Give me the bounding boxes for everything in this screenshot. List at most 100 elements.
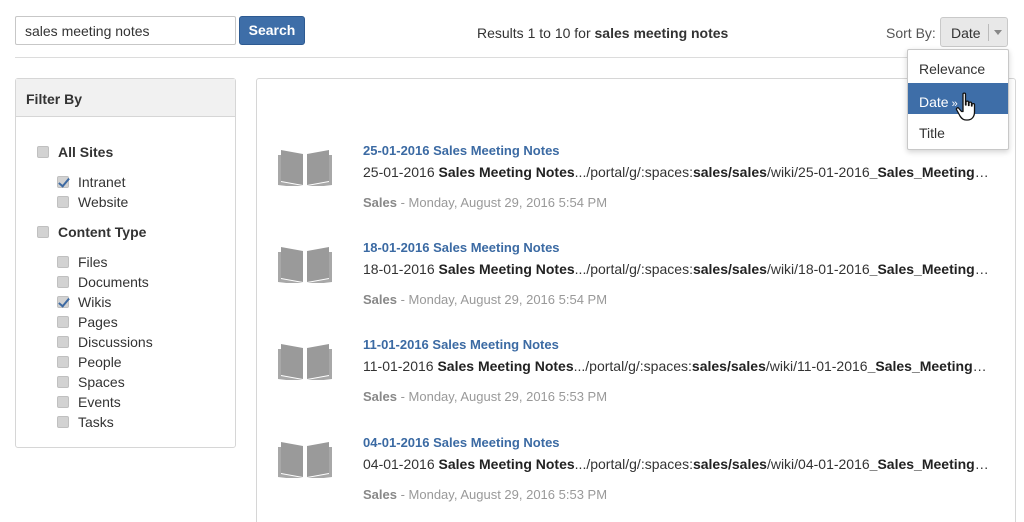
- filter-item[interactable]: People: [57, 353, 122, 371]
- snippet-wiki-path: /wiki/11-01-2016: [765, 358, 868, 374]
- filter-item-label: Files: [78, 254, 108, 270]
- result-meta: Sales - Monday, August 29, 2016 5:53 PM: [363, 487, 607, 502]
- results-summary-prefix: Results 1 to 10 for: [477, 25, 595, 41]
- filter-header: Filter By: [16, 79, 235, 117]
- filter-item[interactable]: Discussions: [57, 333, 153, 351]
- snippet-page: _Sales_Meeting_Notes: [869, 164, 991, 180]
- snippet-page: _Sales_Meeting_Notes: [869, 456, 991, 472]
- result-date: - Monday, August 29, 2016 5:54 PM: [396, 292, 608, 307]
- snippet-page: _Sales_Meeting_Notes: [867, 358, 991, 374]
- filter-item-label: People: [78, 354, 122, 370]
- sort-option-label: Relevance: [919, 61, 986, 77]
- checkbox[interactable]: [57, 256, 69, 268]
- snippet-path: .../portal/g/:spaces:: [574, 164, 693, 180]
- result-space: Sales: [363, 292, 397, 307]
- snippet-space: sales/sales: [692, 261, 767, 277]
- snippet-wiki-path: /wiki/04-01-2016: [766, 456, 870, 472]
- snippet-date: 18-01-2016: [363, 261, 439, 277]
- filter-item[interactable]: Events: [57, 393, 121, 411]
- checkbox[interactable]: [57, 356, 69, 368]
- snippet-path: .../portal/g/:spaces:: [574, 261, 693, 277]
- filter-item[interactable]: Intranet: [57, 173, 125, 191]
- filter-item[interactable]: Content Type: [37, 223, 146, 241]
- snippet-title: Sales Meeting Notes: [437, 358, 574, 374]
- chevron-down-icon: [994, 30, 1002, 35]
- result-item: 04-01-2016 Sales Meeting Notes 04-01-2016…: [257, 435, 1017, 515]
- filter-item-label: Events: [78, 394, 121, 410]
- sort-selected-value: Date: [951, 25, 981, 41]
- results-summary-query: sales meeting notes: [594, 25, 729, 41]
- filter-item-label: Content Type: [58, 224, 147, 240]
- book-icon: [278, 247, 332, 283]
- sort-select[interactable]: Date: [940, 17, 1008, 47]
- snippet-space: sales/sales: [692, 164, 767, 180]
- search-button[interactable]: Search: [239, 16, 305, 45]
- filter-item[interactable]: Documents: [57, 273, 149, 291]
- filter-item[interactable]: Website: [57, 193, 128, 211]
- result-date: - Monday, August 29, 2016 5:53 PM: [396, 389, 608, 404]
- result-space: Sales: [363, 195, 397, 210]
- checkbox[interactable]: [57, 376, 69, 388]
- search-input[interactable]: [15, 16, 236, 45]
- result-meta: Sales - Monday, August 29, 2016 5:53 PM: [363, 389, 607, 404]
- checkbox-checked[interactable]: [57, 296, 69, 308]
- result-item: 11-01-2016 Sales Meeting Notes 11-01-2016…: [257, 337, 1017, 417]
- snippet-path: .../portal/g/:spaces:: [573, 358, 692, 374]
- result-snippet: 04-01-2016 Sales Meeting Notes.../portal…: [363, 456, 991, 472]
- filter-item-label: Tasks: [78, 414, 114, 430]
- filter-item[interactable]: Pages: [57, 313, 118, 331]
- checkbox[interactable]: [57, 396, 69, 408]
- snippet-date: 04-01-2016: [363, 456, 439, 472]
- checkbox[interactable]: [37, 146, 49, 158]
- filter-item[interactable]: Files: [57, 253, 108, 271]
- sort-by-label: Sort By:: [886, 25, 936, 41]
- hand-pointer-icon: [955, 92, 976, 121]
- snippet-path: .../portal/g/:spaces:: [574, 456, 693, 472]
- book-icon: [278, 150, 332, 186]
- filter-item-label: Discussions: [78, 334, 153, 350]
- snippet-space: sales/sales: [692, 456, 767, 472]
- snippet-title: Sales Meeting Notes: [438, 164, 575, 180]
- result-meta: Sales - Monday, August 29, 2016 5:54 PM: [363, 292, 607, 307]
- result-item: 18-01-2016 Sales Meeting Notes 18-01-2016…: [257, 240, 1017, 320]
- sort-select-separator: [988, 24, 989, 41]
- result-snippet: 18-01-2016 Sales Meeting Notes.../portal…: [363, 261, 991, 277]
- result-space: Sales: [363, 389, 397, 404]
- checkbox[interactable]: [57, 416, 69, 428]
- snippet-title: Sales Meeting Notes: [438, 456, 575, 472]
- book-icon: [278, 344, 332, 380]
- results-panel: 25-01-2016 Sales Meeting Notes 25-01-2016…: [256, 78, 1016, 522]
- result-item: 25-01-2016 Sales Meeting Notes 25-01-2016…: [257, 143, 1017, 223]
- snippet-wiki-path: /wiki/25-01-2016: [766, 164, 870, 180]
- result-snippet: 11-01-2016 Sales Meeting Notes.../portal…: [363, 358, 991, 374]
- snippet-title: Sales Meeting Notes: [438, 261, 575, 277]
- filter-item-label: Intranet: [78, 174, 126, 190]
- filter-item-label: Wikis: [78, 294, 112, 310]
- checkbox[interactable]: [57, 196, 69, 208]
- filter-item[interactable]: Tasks: [57, 413, 114, 431]
- snippet-date: 25-01-2016: [363, 164, 439, 180]
- result-title-link[interactable]: 25-01-2016 Sales Meeting Notes: [363, 143, 560, 158]
- checkbox[interactable]: [57, 336, 69, 348]
- result-title-link[interactable]: 11-01-2016 Sales Meeting Notes: [363, 337, 559, 352]
- filter-item-label: Documents: [78, 274, 149, 290]
- results-summary: Results 1 to 10 for sales meeting notes: [477, 25, 728, 41]
- checkbox-checked[interactable]: [57, 176, 69, 188]
- filter-item-label: Pages: [78, 314, 118, 330]
- result-meta: Sales - Monday, August 29, 2016 5:54 PM: [363, 195, 607, 210]
- filter-item-label: Spaces: [78, 374, 125, 390]
- top-divider: [15, 57, 1009, 58]
- checkbox[interactable]: [37, 226, 49, 238]
- snippet-space: sales/sales: [691, 358, 766, 374]
- filter-item[interactable]: Wikis: [57, 293, 111, 311]
- result-title-link[interactable]: 18-01-2016 Sales Meeting Notes: [363, 240, 560, 255]
- result-title-link[interactable]: 04-01-2016 Sales Meeting Notes: [363, 435, 560, 450]
- sort-option-relevance[interactable]: Relevance: [908, 50, 1008, 81]
- filter-panel: Filter By All Sites Intranet Website Conten…: [15, 78, 236, 448]
- checkbox[interactable]: [57, 316, 69, 328]
- filter-item[interactable]: All Sites: [37, 143, 113, 161]
- filter-item[interactable]: Spaces: [57, 373, 125, 391]
- checkbox[interactable]: [57, 276, 69, 288]
- filter-item-label: All Sites: [58, 144, 114, 160]
- book-icon: [278, 442, 332, 478]
